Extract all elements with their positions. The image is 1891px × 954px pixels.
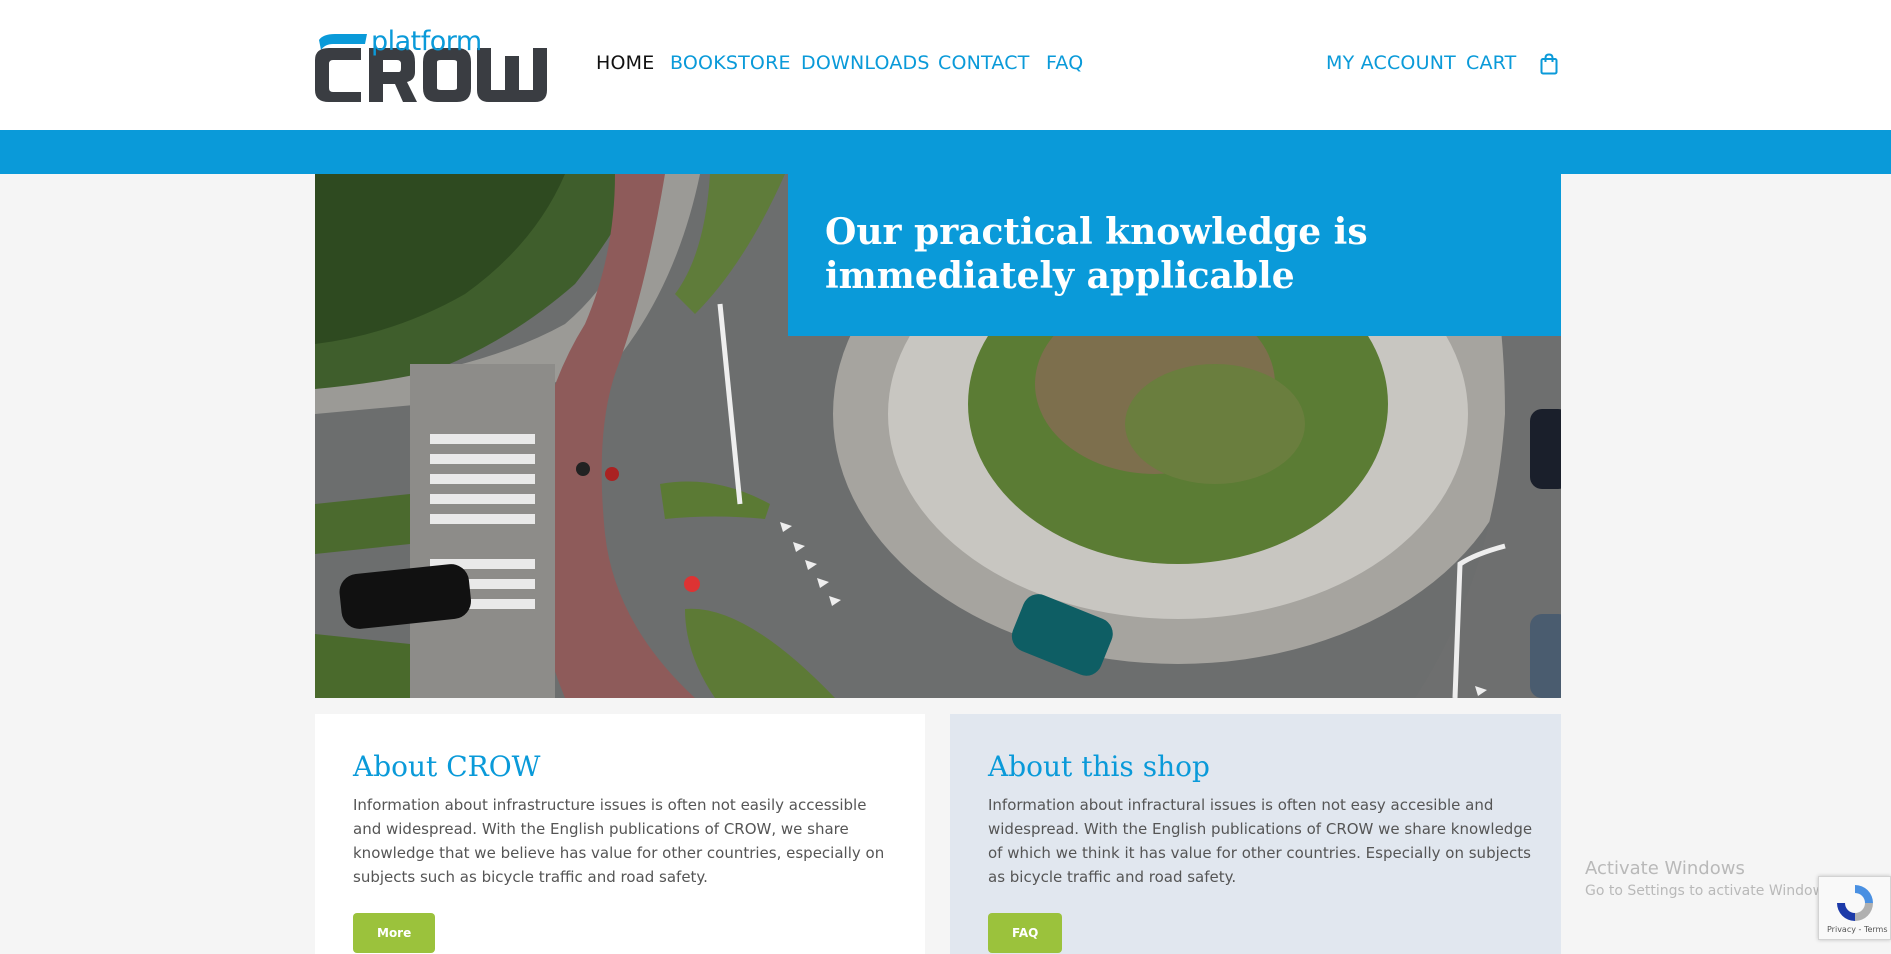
recaptcha-badge[interactable]: Privacy - Terms (1818, 876, 1891, 940)
activate-windows-watermark: Activate Windows Go to Settings to activ… (1585, 858, 1836, 899)
nav-cart[interactable]: CART (1466, 52, 1517, 74)
watermark-line2: Go to Settings to activate Windows. (1585, 883, 1836, 899)
hero-headline-box: Our practical knowledge is immediately a… (788, 174, 1561, 336)
watermark-line1: Activate Windows (1585, 858, 1745, 879)
hero-title: Our practical knowledge is immediately a… (825, 211, 1368, 297)
nav-home[interactable]: HOME (596, 52, 654, 74)
recaptcha-terms[interactable]: Privacy - Terms (1827, 925, 1888, 934)
nav-bookstore[interactable]: BOOKSTORE (670, 52, 791, 74)
nav-faq[interactable]: FAQ (1046, 52, 1083, 74)
site-header: platform HOME BOOKSTORE DOWNLOADS CONTAC… (0, 0, 1891, 130)
logo-platform-text: platform (371, 26, 482, 57)
platform-crow-logo[interactable]: platform (315, 26, 560, 102)
nav-downloads[interactable]: DOWNLOADS (801, 52, 930, 74)
more-button[interactable]: More (353, 913, 436, 953)
shopping-bag-icon[interactable] (1540, 53, 1558, 75)
blue-banner-strip (0, 130, 1891, 174)
about-crow-card: About CROW Information about infrastruct… (315, 714, 925, 954)
about-crow-title: About CROW (353, 750, 541, 783)
recaptcha-icon (1837, 885, 1873, 921)
about-shop-text: Information about infractural issues is … (988, 796, 1533, 886)
faq-button[interactable]: FAQ (988, 913, 1063, 953)
about-crow-text: Information about infrastructure issues … (353, 796, 885, 886)
about-shop-card: About this shop Information about infrac… (950, 714, 1561, 954)
nav-contact[interactable]: CONTACT (938, 52, 1030, 74)
nav-my-account[interactable]: MY ACCOUNT (1326, 52, 1456, 74)
about-shop-title: About this shop (988, 750, 1210, 783)
